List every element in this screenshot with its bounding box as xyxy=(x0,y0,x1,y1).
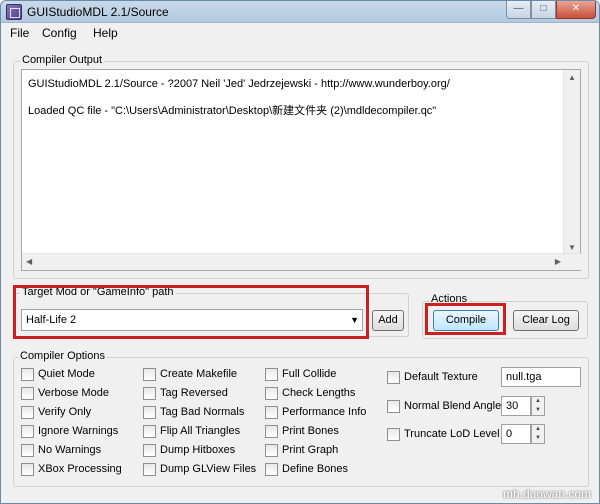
menu-bar: File Config Help xyxy=(1,24,599,43)
minimize-button[interactable]: — xyxy=(506,1,531,19)
highlight-target-box xyxy=(13,285,369,339)
spin-up-icon: ▲ xyxy=(535,426,541,432)
spin-down-icon: ▼ xyxy=(535,407,541,413)
clear-log-button[interactable]: Clear Log xyxy=(513,310,579,331)
spin-down-icon: ▼ xyxy=(535,435,541,441)
scroll-down-icon[interactable]: ▼ xyxy=(568,243,576,252)
normal-blend-angle-spinner[interactable]: ▲ ▼ xyxy=(531,396,545,416)
spin-up-icon: ▲ xyxy=(535,398,541,404)
menu-help[interactable]: Help xyxy=(93,26,118,40)
app-window: GUIStudioMDL 2.1/Source — □ ✕ File Confi… xyxy=(0,0,600,504)
title-bar[interactable]: GUIStudioMDL 2.1/Source — □ ✕ xyxy=(1,1,599,23)
scroll-right-icon[interactable]: ▶ xyxy=(555,257,561,266)
scroll-left-icon[interactable]: ◀ xyxy=(26,257,32,266)
highlight-compile-box xyxy=(425,303,506,335)
log-line: GUIStudioMDL 2.1/Source - ?2007 Neil 'Je… xyxy=(28,78,450,90)
compiler-output-log[interactable]: GUIStudioMDL 2.1/Source - ?2007 Neil 'Je… xyxy=(21,69,582,271)
compiler-options-title: Compiler Options xyxy=(18,350,107,362)
menu-config[interactable]: Config xyxy=(42,26,77,40)
add-button[interactable]: Add xyxy=(372,310,404,331)
menu-file[interactable]: File xyxy=(10,26,29,40)
compiler-output-title: Compiler Output xyxy=(20,54,105,66)
maximize-button[interactable]: □ xyxy=(531,1,556,19)
truncate-lod-level-input[interactable]: 0 xyxy=(501,424,531,444)
horizontal-scrollbar[interactable]: ◀ ▶ xyxy=(22,253,582,270)
scroll-up-icon[interactable]: ▲ xyxy=(568,73,576,82)
log-line: Loaded QC file - "C:\Users\Administrator… xyxy=(28,105,437,117)
truncate-lod-level-spinner[interactable]: ▲ ▼ xyxy=(531,424,545,444)
close-button[interactable]: ✕ xyxy=(556,1,596,19)
window-title: GUIStudioMDL 2.1/Source xyxy=(27,5,169,19)
normal-blend-angle-input[interactable]: 30 xyxy=(501,396,531,416)
vertical-scrollbar[interactable]: ▲ ▼ xyxy=(563,70,580,254)
watermark-text: mh.duowan.com xyxy=(502,487,591,501)
default-texture-input[interactable]: null.tga xyxy=(501,367,581,387)
app-icon xyxy=(6,4,22,20)
